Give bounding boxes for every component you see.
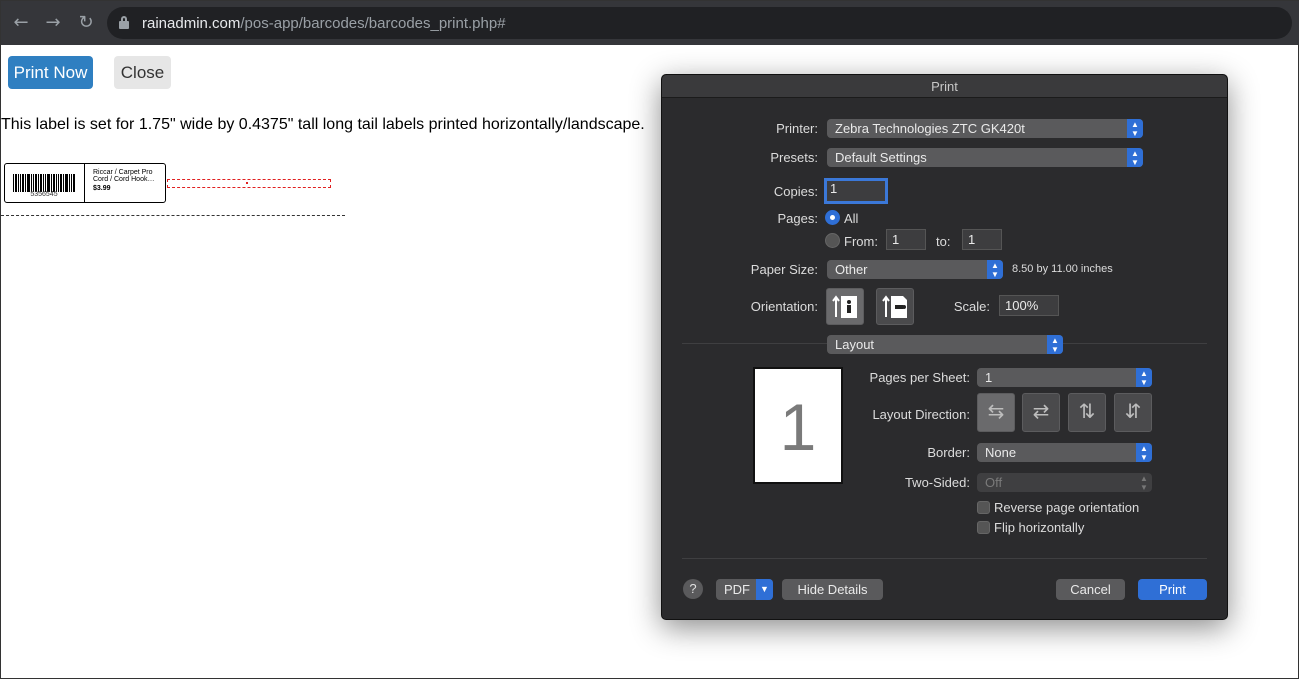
chevron-updown-icon: ▲ ▼ xyxy=(987,260,1003,279)
lock-icon xyxy=(119,16,129,29)
browser-toolbar: ← → ↻ rainadmin.com/pos-app/barcodes/bar… xyxy=(1,1,1299,45)
url-text: rainadmin.com/pos-app/barcodes/barcodes_… xyxy=(142,15,506,32)
pages-per-sheet-label: Pages per Sheet: xyxy=(869,370,970,385)
label-divider xyxy=(84,164,85,202)
copies-field[interactable]: 1 xyxy=(824,178,888,204)
copies-label: Copies: xyxy=(773,184,818,199)
layout-direction-reverse-n-icon[interactable]: ⇵ xyxy=(1114,393,1152,432)
overflow-marker xyxy=(246,182,248,184)
presets-value: Default Settings xyxy=(835,150,927,165)
reverse-orientation-label: Reverse page orientation xyxy=(994,500,1140,515)
pages-per-sheet-select[interactable]: 1 ▲ ▼ xyxy=(977,368,1152,387)
barcode-label: 5356545 Riccar / Carpet Pro Cord / Cord … xyxy=(4,163,166,203)
print-dialog: Print Printer: Zebra Technologies ZTC GK… xyxy=(661,74,1228,620)
scale-field[interactable]: 100% xyxy=(999,295,1059,316)
barcode-number: 5356545 xyxy=(30,191,58,198)
printer-value: Zebra Technologies ZTC GK420t xyxy=(835,121,1025,136)
pages-from-field[interactable]: 1 xyxy=(886,229,926,250)
printer-select[interactable]: Zebra Technologies ZTC GK420t ▲ ▼ xyxy=(827,119,1143,138)
pages-to-label: to: xyxy=(936,234,951,249)
forward-icon[interactable]: → xyxy=(41,11,65,35)
flip-horizontally-checkbox[interactable] xyxy=(977,521,990,534)
border-select[interactable]: None ▲ ▼ xyxy=(977,443,1152,462)
label-price: $3.99 xyxy=(93,185,111,192)
border-value: None xyxy=(985,445,1017,460)
chevron-updown-icon: ▲ ▼ xyxy=(1136,443,1152,462)
chevron-updown-icon: ▲ ▼ xyxy=(1127,148,1143,167)
pages-from-label: From: xyxy=(844,234,878,249)
scale-label: Scale: xyxy=(953,299,990,314)
url-host: rainadmin.com xyxy=(142,15,241,32)
page-preview: 1 xyxy=(753,367,843,484)
flip-horizontally-label: Flip horizontally xyxy=(994,520,1085,535)
portrait-icon xyxy=(832,295,857,318)
layout-direction-z-icon[interactable]: ⇆ xyxy=(977,393,1015,432)
chevron-updown-icon: ▲ ▼ xyxy=(1136,368,1152,387)
address-bar[interactable]: rainadmin.com/pos-app/barcodes/barcodes_… xyxy=(107,7,1292,39)
layout-direction-reverse-z-icon[interactable]: ⇄ xyxy=(1022,393,1060,432)
page-break-line xyxy=(1,215,345,216)
two-sided-select[interactable]: Off ▲ ▼ xyxy=(977,473,1152,492)
help-button[interactable]: ? xyxy=(683,579,703,599)
paper-size-select[interactable]: Other ▲ ▼ xyxy=(827,260,1003,279)
close-button[interactable]: Close xyxy=(114,56,171,89)
layout-direction-label: Layout Direction: xyxy=(872,407,970,422)
chevron-down-icon: ▼ xyxy=(756,579,773,600)
presets-label: Presets: xyxy=(770,150,818,165)
paper-size-label: Paper Size: xyxy=(750,262,818,277)
print-now-button[interactable]: Print Now xyxy=(8,56,93,89)
label-overflow-outline xyxy=(167,179,331,188)
cancel-button[interactable]: Cancel xyxy=(1056,579,1125,600)
pdf-menu-button[interactable]: PDF ▼ xyxy=(716,579,773,600)
hide-details-button[interactable]: Hide Details xyxy=(782,579,883,600)
orientation-label: Orientation: xyxy=(750,299,818,314)
pages-all-label: All xyxy=(844,211,859,226)
pages-all-radio[interactable] xyxy=(825,210,840,225)
section-value: Layout xyxy=(835,337,875,352)
back-icon[interactable]: ← xyxy=(9,11,33,35)
layout-direction-n-icon[interactable]: ⇅ xyxy=(1068,393,1106,432)
border-label: Border: xyxy=(927,445,970,460)
two-sided-label: Two-Sided: xyxy=(904,475,970,490)
pages-per-sheet-value: 1 xyxy=(985,370,993,385)
reload-icon[interactable]: ↻ xyxy=(74,11,98,35)
landscape-orientation-button[interactable] xyxy=(876,288,914,325)
pages-range-radio[interactable] xyxy=(825,233,840,248)
label-description: This label is set for 1.75" wide by 0.43… xyxy=(1,116,645,133)
label-product-name: Riccar / Carpet Pro Cord / Cord Hook… xyxy=(93,169,155,183)
dialog-title: Print xyxy=(662,75,1227,98)
pages-to-field[interactable]: 1 xyxy=(962,229,1002,250)
print-button[interactable]: Print xyxy=(1138,579,1207,600)
chevron-updown-icon: ▲ ▼ xyxy=(1047,335,1063,354)
pages-label: Pages: xyxy=(777,211,818,226)
paper-size-dimensions: 8.50 by 11.00 inches xyxy=(1012,263,1113,275)
section-select[interactable]: Layout ▲ ▼ xyxy=(827,335,1063,354)
url-path: /pos-app/barcodes/barcodes_print.php# xyxy=(240,15,506,32)
landscape-icon xyxy=(882,295,907,318)
footer-separator xyxy=(682,558,1207,559)
chevron-updown-icon: ▲ ▼ xyxy=(1127,119,1143,138)
pdf-label: PDF xyxy=(724,582,750,597)
two-sided-value: Off xyxy=(985,475,1003,490)
reverse-orientation-checkbox[interactable] xyxy=(977,501,990,514)
barcode-image xyxy=(13,174,75,192)
portrait-orientation-button[interactable] xyxy=(826,288,864,325)
chevron-updown-icon: ▲ ▼ xyxy=(1140,474,1148,492)
printer-label: Printer: xyxy=(776,121,818,136)
paper-size-value: Other xyxy=(835,262,868,277)
presets-select[interactable]: Default Settings ▲ ▼ xyxy=(827,148,1143,167)
